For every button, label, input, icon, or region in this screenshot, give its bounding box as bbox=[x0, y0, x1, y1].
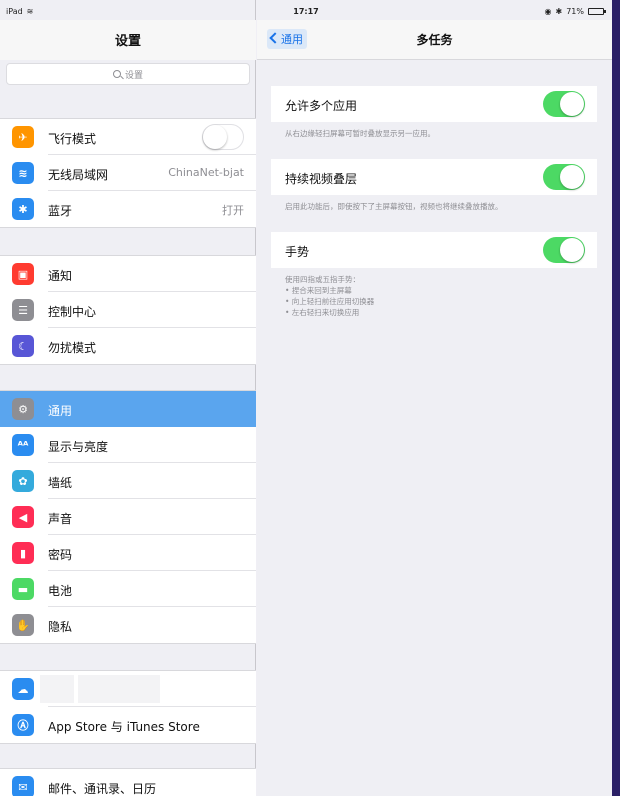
status-bar: iPad ≋ 17:17 ◉ ✱ 71% bbox=[0, 0, 612, 20]
setting-toggle[interactable] bbox=[543, 237, 585, 263]
sidebar-item-label: 勿扰模式 bbox=[48, 341, 97, 355]
battery-status-icon bbox=[588, 8, 606, 15]
sidebar-item-sounds[interactable]: ◀ 声音 bbox=[0, 499, 256, 535]
settings-group-notifications: ▣ 通知 ☰ 控制中心 ☾ 勿扰模式 bbox=[0, 255, 256, 365]
control-center-icon: ☰ bbox=[12, 299, 34, 321]
sidebar-item-notifications[interactable]: ▣ 通知 bbox=[0, 256, 256, 292]
airplane-mode-toggle[interactable] bbox=[202, 124, 244, 150]
ipad-settings-screen: 设置 设置 ✈ 飞行模式 ≋ 无线局域网 ChinaNet-bjat ✱ 蓝牙 打开 ▣ 通知 ☰… bbox=[0, 0, 612, 796]
settings-master-pane: 设置 设置 ✈ 飞行模式 ≋ 无线局域网 ChinaNet-bjat ✱ 蓝牙 打开 ▣ 通知 ☰… bbox=[0, 0, 256, 796]
bluetooth-icon: ✱ bbox=[12, 198, 34, 220]
settings-group-general: ⚙ 通用 ᴬᴬ 显示与亮度 ✿ 墙纸 ◀ 声音 ▮ 密码 ▬ 电池 ✋ 隐私 bbox=[0, 390, 256, 644]
toggle-knob bbox=[560, 238, 584, 262]
sidebar-item-value: ChinaNet-bjat bbox=[168, 166, 244, 179]
footnote-line: 从右边缘轻扫屏幕可暂时叠放显示另一应用。 bbox=[285, 129, 435, 138]
moon-icon: ☾ bbox=[12, 335, 34, 357]
sidebar-item-wifi[interactable]: ≋ 无线局域网 ChinaNet-bjat bbox=[0, 155, 256, 191]
cloud-icon: ☁ bbox=[12, 678, 34, 700]
setting-footnote: 使用四指或五指手势： • 捏合来回到主屏幕 • 向上轻扫前往应用切换器 • 左右轻扫来… bbox=[285, 274, 374, 318]
app-store-icon: Ⓐ bbox=[12, 714, 34, 736]
hand-icon: ✋ bbox=[12, 614, 34, 636]
airplane-icon: ✈ bbox=[12, 126, 34, 148]
battery-icon: ▬ bbox=[12, 578, 34, 600]
master-title: 设置 bbox=[114, 34, 141, 49]
wifi-icon: ≋ bbox=[12, 162, 34, 184]
setting-label: 允许多个应用 bbox=[285, 99, 358, 113]
sidebar-item-label: 通用 bbox=[48, 404, 73, 418]
sidebar-item-label: 声音 bbox=[48, 512, 73, 526]
setting-label: 手势 bbox=[285, 245, 310, 259]
sidebar-item-value: 打开 bbox=[222, 204, 244, 217]
sidebar-item-label: App Store 与 iTunes Store bbox=[48, 720, 200, 734]
setting-label: 持续视频叠层 bbox=[285, 172, 358, 186]
sidebar-item-passcode[interactable]: ▮ 密码 bbox=[0, 535, 256, 571]
multitask-setting-row: 持续视频叠层 bbox=[271, 159, 597, 195]
speaker-icon: ◀ bbox=[12, 506, 34, 528]
battery-percent: 71% bbox=[566, 7, 584, 16]
setting-toggle[interactable] bbox=[543, 91, 585, 117]
sidebar-item-label: 控制中心 bbox=[48, 305, 97, 319]
settings-group-accounts: ☁ Ⓐ App Store 与 iTunes Store bbox=[0, 670, 256, 744]
sidebar-item-label: 飞行模式 bbox=[48, 132, 97, 146]
toggle-knob bbox=[560, 165, 584, 189]
sidebar-item-wallpaper[interactable]: ✿ 墙纸 bbox=[0, 463, 256, 499]
sidebar-item-control-center[interactable]: ☰ 控制中心 bbox=[0, 292, 256, 328]
sidebar-item-label: 邮件、通讯录、日历 bbox=[48, 782, 157, 796]
footnote-line: 使用四指或五指手势： bbox=[285, 275, 360, 284]
toggle-knob bbox=[203, 125, 227, 149]
location-icon: ◉ bbox=[544, 7, 552, 16]
bluetooth-status-icon: ✱ bbox=[555, 7, 563, 16]
sidebar-item-bluetooth[interactable]: ✱ 蓝牙 打开 bbox=[0, 191, 256, 227]
sidebar-item-label: 墙纸 bbox=[48, 476, 73, 490]
mail-icon: ✉ bbox=[12, 776, 34, 796]
settings-group-connectivity: ✈ 飞行模式 ≋ 无线局域网 ChinaNet-bjat ✱ 蓝牙 打开 bbox=[0, 118, 256, 228]
footnote-line: • 捏合来回到主屏幕 bbox=[285, 286, 352, 295]
search-placeholder: 设置 bbox=[124, 70, 143, 81]
sidebar-item-icloud[interactable]: ☁ bbox=[0, 671, 256, 707]
sidebar-item-label: 电池 bbox=[48, 584, 73, 598]
footnote-line: 启用此功能后，即使按下了主屏幕按钮，视频也将继续叠放播放。 bbox=[285, 202, 503, 211]
sidebar-item-label: 蓝牙 bbox=[48, 204, 73, 218]
setting-footnote: 启用此功能后，即使按下了主屏幕按钮，视频也将继续叠放播放。 bbox=[285, 201, 503, 212]
master-navbar: 设置 bbox=[0, 20, 256, 60]
multitask-setting-row: 手势 bbox=[271, 232, 597, 268]
sidebar-item-do-not-disturb[interactable]: ☾ 勿扰模式 bbox=[0, 328, 256, 364]
notifications-icon: ▣ bbox=[12, 263, 34, 285]
sidebar-item-label: 隐私 bbox=[48, 620, 73, 634]
toggle-knob bbox=[560, 92, 584, 116]
gear-icon: ⚙ bbox=[12, 398, 34, 420]
sidebar-item-label: 密码 bbox=[48, 548, 73, 562]
lock-icon: ▮ bbox=[12, 542, 34, 564]
status-time: 17:17 bbox=[293, 7, 319, 16]
sidebar-item-label: 无线局域网 bbox=[48, 168, 109, 182]
search-input[interactable]: 设置 bbox=[6, 63, 250, 85]
footnote-line: • 左右轻扫来切换应用 bbox=[285, 308, 360, 317]
sidebar-item-general[interactable]: ⚙ 通用 bbox=[0, 391, 256, 427]
sidebar-item-label: 显示与亮度 bbox=[48, 440, 109, 454]
sidebar-item-app-store[interactable]: Ⓐ App Store 与 iTunes Store bbox=[0, 707, 256, 743]
sidebar-item-privacy[interactable]: ✋ 隐私 bbox=[0, 607, 256, 643]
display-icon: ᴬᴬ bbox=[12, 434, 34, 456]
footnote-line: • 向上轻扫前往应用切换器 bbox=[285, 297, 375, 306]
redacted-account-name bbox=[40, 675, 74, 703]
sidebar-item-label: 通知 bbox=[48, 269, 73, 283]
multitasking-detail-pane: 通用 多任务 允许多个应用从右边缘轻扫屏幕可暂时叠放显示另一应用。持续视频叠层启… bbox=[257, 0, 612, 796]
sidebar-item-mail[interactable]: ✉ 邮件、通讯录、日历 bbox=[0, 769, 256, 796]
detail-navbar: 通用 多任务 bbox=[257, 20, 612, 60]
sidebar-item-battery[interactable]: ▬ 电池 bbox=[0, 571, 256, 607]
setting-toggle[interactable] bbox=[543, 164, 585, 190]
sidebar-item-display[interactable]: ᴬᴬ 显示与亮度 bbox=[0, 427, 256, 463]
page-title: 多任务 bbox=[416, 33, 453, 47]
redacted-account-name bbox=[78, 675, 112, 703]
sidebar-item-airplane[interactable]: ✈ 飞行模式 bbox=[0, 119, 256, 155]
redacted-account-name bbox=[112, 675, 160, 703]
settings-group-mail: ✉ 邮件、通讯录、日历 bbox=[0, 768, 256, 796]
search-icon bbox=[112, 70, 121, 78]
wallpaper-icon: ✿ bbox=[12, 470, 34, 492]
multitask-setting-row: 允许多个应用 bbox=[271, 86, 597, 122]
setting-footnote: 从右边缘轻扫屏幕可暂时叠放显示另一应用。 bbox=[285, 128, 435, 139]
